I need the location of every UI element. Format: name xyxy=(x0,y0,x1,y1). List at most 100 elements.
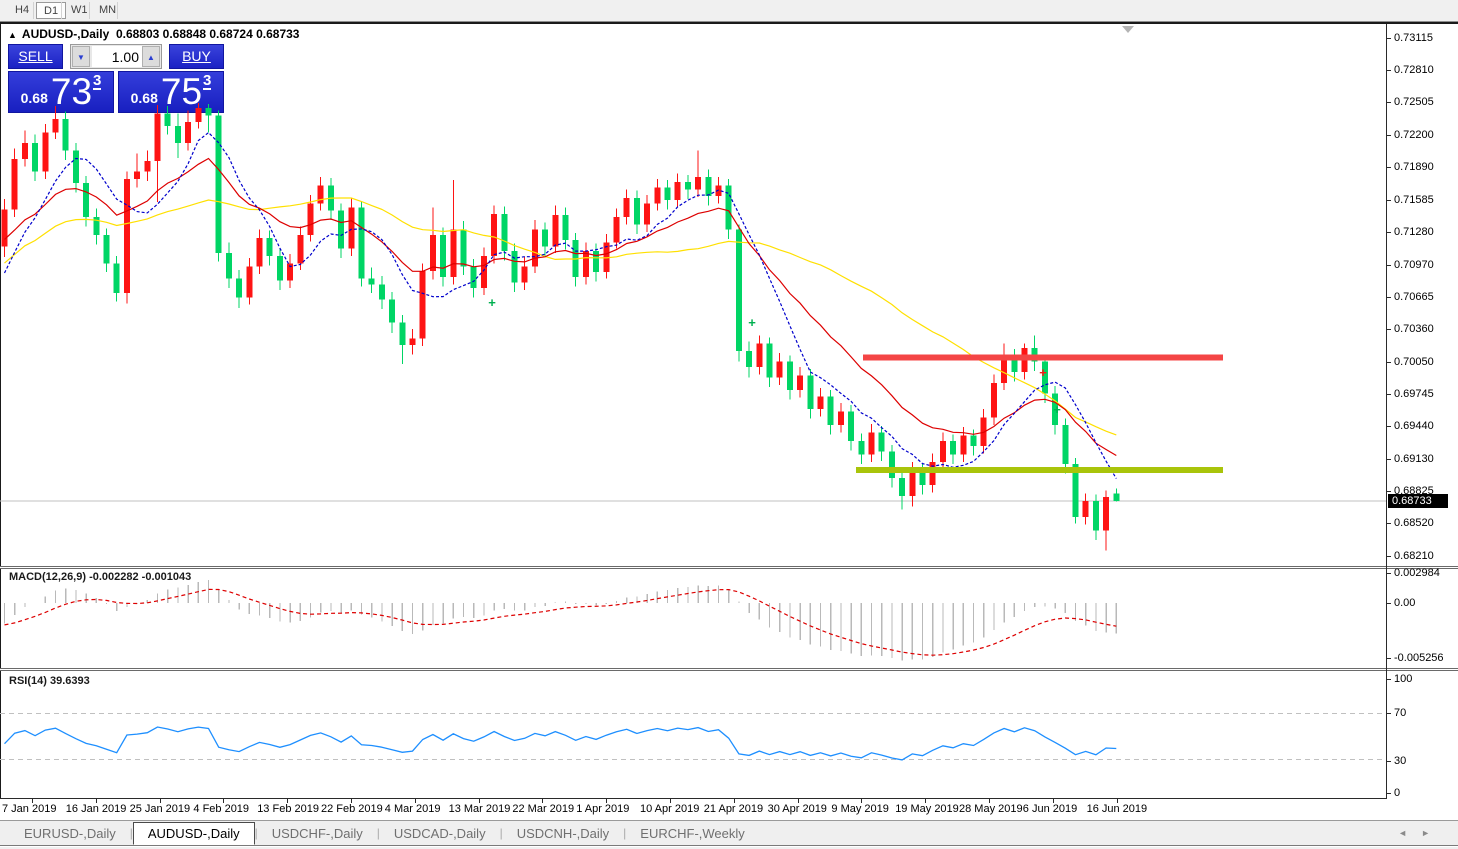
support-line[interactable] xyxy=(856,467,1223,473)
trade-marker-cross-icon: + xyxy=(748,315,756,330)
axis-tick xyxy=(1386,297,1391,298)
candle-body xyxy=(838,411,844,425)
candle-body xyxy=(899,478,905,496)
candle-body xyxy=(338,211,344,249)
candle-body xyxy=(471,267,477,288)
candle-body xyxy=(705,177,711,196)
candle-body xyxy=(593,251,599,272)
price-scale-label: 0.72505 xyxy=(1394,96,1434,108)
trade-marker-cross-icon: + xyxy=(1053,402,1061,417)
macd-scale-label: -0.005256 xyxy=(1394,652,1444,664)
axis-tick xyxy=(1386,70,1391,71)
candle-body xyxy=(797,375,803,390)
candle-body xyxy=(522,267,528,283)
symbol-tab-usdcad[interactable]: USDCAD-,Daily xyxy=(380,823,500,844)
candle-body xyxy=(848,411,854,441)
price-axis-line xyxy=(1386,24,1387,798)
price-chart-canvas[interactable]: ++++ xyxy=(0,24,1386,566)
axis-tick xyxy=(1386,658,1391,659)
candle-body xyxy=(950,441,956,455)
date-axis-label: 28 May 2019 xyxy=(959,803,1023,815)
candle-body xyxy=(1093,501,1099,531)
candle-body xyxy=(512,251,518,283)
date-axis-tick xyxy=(160,799,161,803)
price-scale-label: 0.68520 xyxy=(1394,517,1434,529)
chart-shift-marker-icon[interactable] xyxy=(1122,26,1134,33)
candle-body xyxy=(869,432,875,454)
candle-body xyxy=(206,108,212,115)
candle-body xyxy=(53,119,59,133)
macd-label: MACD(12,26,9) -0.002282 -0.001043 xyxy=(9,571,191,583)
candle-body xyxy=(909,470,915,495)
candle-body xyxy=(624,198,630,217)
axis-tick xyxy=(1386,38,1391,39)
rsi-scale-label: 100 xyxy=(1394,673,1412,685)
candle-body xyxy=(226,253,232,278)
candle-body xyxy=(644,203,650,224)
rsi-line xyxy=(5,727,1117,760)
rsi-scale-label: 30 xyxy=(1394,755,1406,767)
price-scale-label: 0.71890 xyxy=(1394,161,1434,173)
axis-tick xyxy=(1386,523,1391,524)
axis-tick xyxy=(1386,200,1391,201)
candle-body xyxy=(379,285,385,300)
date-axis-label: 1 Apr 2019 xyxy=(576,803,629,815)
price-scale-label: 0.70665 xyxy=(1394,291,1434,303)
axis-tick xyxy=(1386,679,1391,680)
axis-tick xyxy=(1386,167,1391,168)
candle-body xyxy=(257,238,263,267)
candle-body xyxy=(746,351,752,367)
candle-body xyxy=(185,122,191,143)
timeframe-button-h4[interactable]: H4 xyxy=(8,2,36,19)
axis-tick xyxy=(1386,102,1391,103)
candle-body xyxy=(124,179,130,293)
rsi-scale-label: 70 xyxy=(1394,707,1406,719)
candle-body xyxy=(828,397,834,426)
date-axis-label: 16 Jan 2019 xyxy=(66,803,127,815)
candle-body xyxy=(297,235,303,264)
candle-body xyxy=(552,215,558,247)
candle-body xyxy=(634,198,640,224)
symbol-tab-eurchf[interactable]: EURCHF-,Weekly xyxy=(626,823,759,844)
toolbar-separator xyxy=(89,2,90,19)
date-axis-tick xyxy=(1117,799,1118,803)
resistance-line[interactable] xyxy=(863,354,1223,360)
candle-body xyxy=(583,251,589,277)
macd-indicator-canvas[interactable] xyxy=(0,568,1386,668)
date-axis-label: 13 Feb 2019 xyxy=(257,803,319,815)
candle-body xyxy=(348,207,354,248)
candle-body xyxy=(675,182,681,200)
candle-body xyxy=(134,172,140,179)
current-price-tag: 0.68733 xyxy=(1388,494,1448,508)
candle-body xyxy=(481,256,487,288)
symbol-tab-eurusd[interactable]: EURUSD-,Daily xyxy=(10,823,130,844)
ma-mid-line xyxy=(5,159,1117,456)
price-scale-label: 0.69130 xyxy=(1394,453,1434,465)
axis-tick xyxy=(1386,426,1391,427)
candle-body xyxy=(563,215,569,240)
rsi-indicator-canvas[interactable] xyxy=(0,672,1386,798)
candle-body xyxy=(1083,501,1089,517)
macd-scale-label: 0.00 xyxy=(1394,597,1415,609)
candle-body xyxy=(991,383,997,418)
symbol-tab-usdcnh[interactable]: USDCNH-,Daily xyxy=(503,823,623,844)
price-scale-label: 0.72200 xyxy=(1394,129,1434,141)
toolbar-separator xyxy=(61,2,62,19)
axis-tick xyxy=(1386,232,1391,233)
candle-body xyxy=(359,207,365,278)
candle-body xyxy=(1113,493,1119,500)
timeframe-toolbar: H4D1W1MN xyxy=(0,0,1458,21)
candle-body xyxy=(879,432,885,451)
macd-signal-line xyxy=(5,589,1117,655)
candle-body xyxy=(940,441,946,462)
timeframe-button-mn[interactable]: MN xyxy=(92,2,123,19)
tab-scroll-arrows[interactable]: ◄► xyxy=(1398,828,1444,838)
candle-body xyxy=(542,230,548,247)
candle-body xyxy=(195,108,201,122)
candle-body xyxy=(736,230,742,351)
symbol-tab-usdchf[interactable]: USDCHF-,Daily xyxy=(258,823,377,844)
date-axis-label: 7 Jan 2019 xyxy=(2,803,56,815)
date-axis-label: 30 Apr 2019 xyxy=(768,803,827,815)
symbol-tab-audusd[interactable]: AUDUSD-,Daily xyxy=(133,822,255,845)
date-axis-line xyxy=(0,798,1387,799)
